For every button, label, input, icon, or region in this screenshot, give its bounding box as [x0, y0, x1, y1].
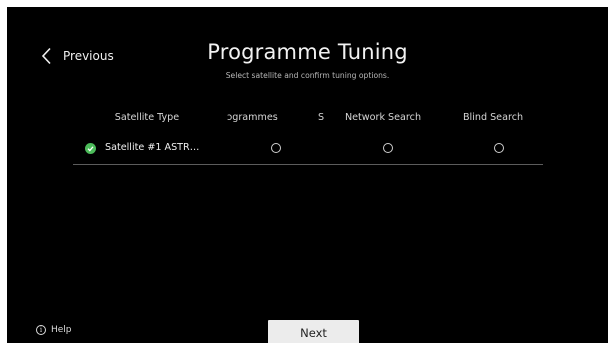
programmes-radio[interactable] — [271, 143, 281, 153]
next-button[interactable]: Next — [268, 320, 359, 343]
page-title: Programme Tuning — [207, 40, 408, 64]
table-row-satellite-1[interactable]: Satellite #1 ASTR… — [73, 136, 543, 165]
column-header-programmes: ɔgrammes — [227, 112, 278, 123]
help-label: Help — [51, 325, 72, 335]
info-icon: i — [36, 325, 46, 335]
column-header-satellite-type: Satellite Type — [114, 112, 180, 123]
satellite-name: Satellite #1 ASTR… — [105, 142, 200, 153]
column-header-s: S — [317, 112, 325, 123]
column-header-blind-search: Blind Search — [462, 112, 524, 123]
check-circle-icon — [85, 143, 96, 154]
help-button[interactable]: i Help — [36, 325, 72, 335]
page-subtitle: Select satellite and confirm tuning opti… — [225, 71, 390, 80]
tv-screen: Previous Programme Tuning Select satelli… — [7, 7, 608, 343]
column-header-network-search: Network Search — [344, 112, 422, 123]
network-search-radio[interactable] — [383, 143, 393, 153]
blind-search-radio[interactable] — [494, 143, 504, 153]
